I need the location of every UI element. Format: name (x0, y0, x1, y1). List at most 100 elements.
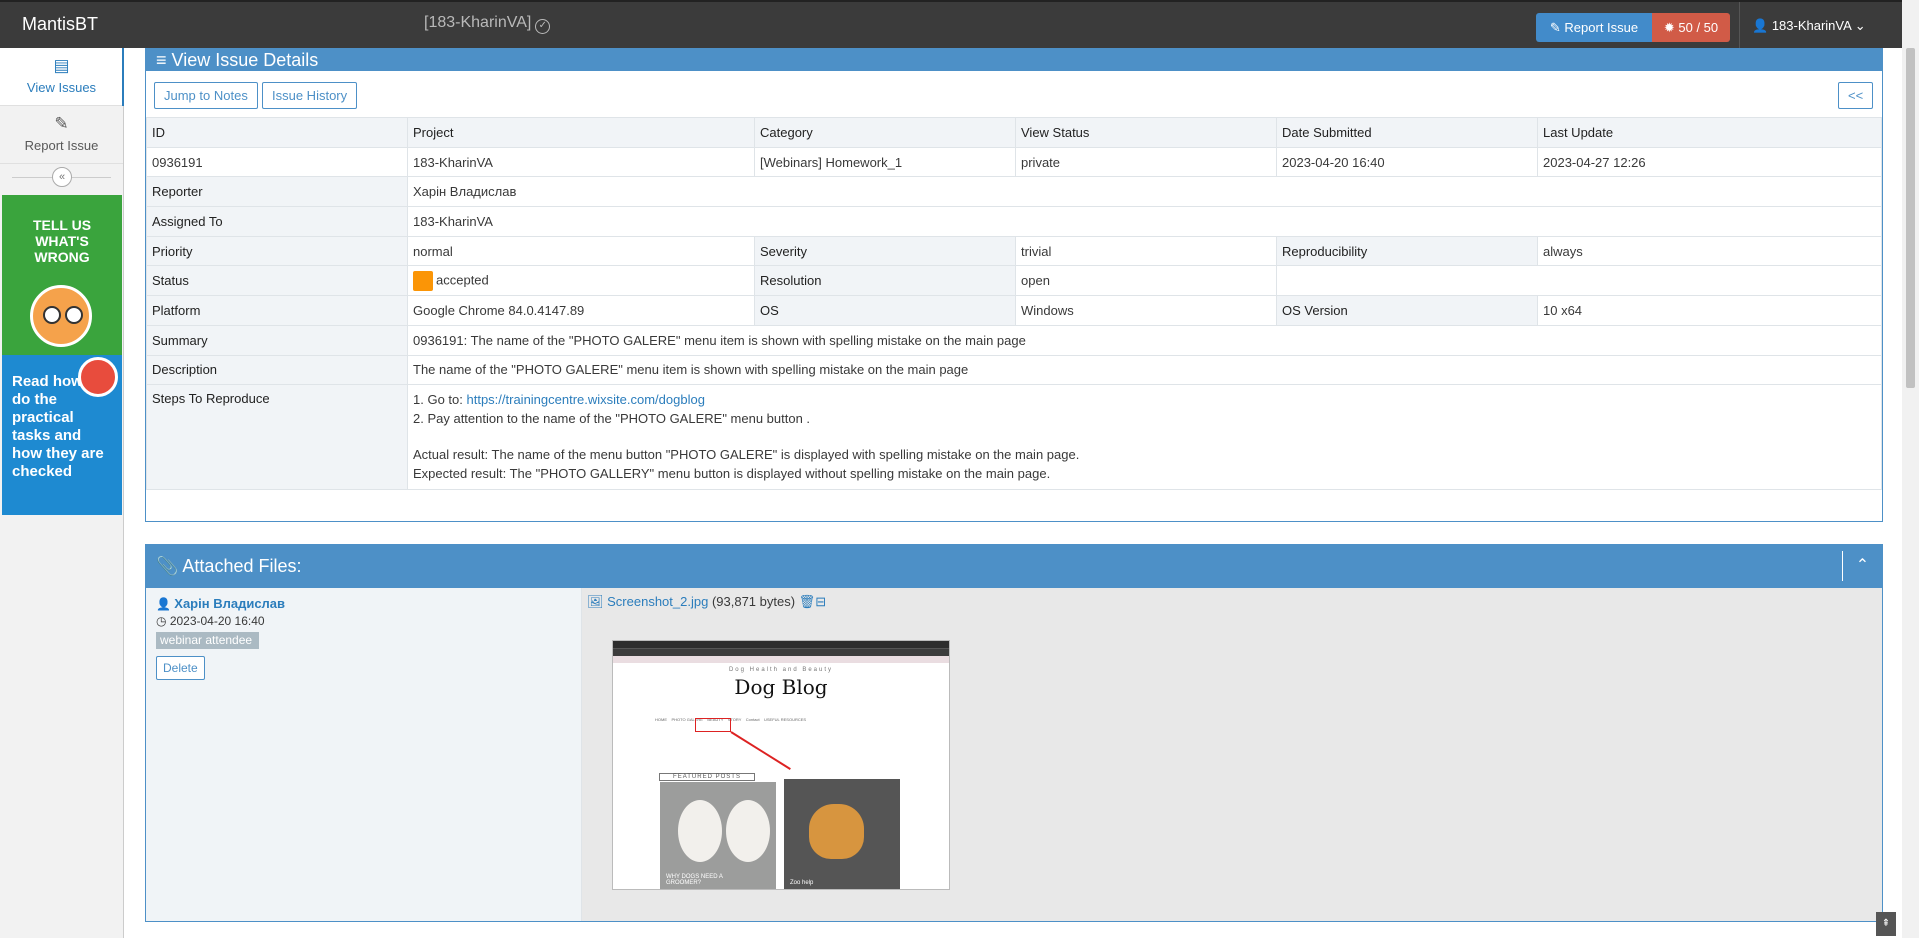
issue-id: 0936191 (146, 146, 408, 178)
step-1-link[interactable]: https://trainingcentre.wixsite.com/dogbl… (466, 392, 704, 407)
vertical-scrollbar[interactable] (1902, 0, 1919, 938)
column-header: ID (146, 117, 408, 148)
report-issue-label: Report Issue (1564, 20, 1639, 35)
attached-files-header: 📎 Attached Files: ⌃ (146, 545, 1882, 588)
resolution-label: Resolution (754, 265, 1016, 297)
list-icon: ≡ (156, 50, 172, 70)
issue-count-label: 50 / 50 (1678, 20, 1719, 35)
preview-featured-label: FEATURED POSTS (659, 773, 755, 781)
edit-icon: ✎ (54, 114, 69, 133)
os-label: OS (754, 295, 1016, 326)
resolution-value: open (1015, 265, 1277, 297)
os-version-value: 10 x64 (1537, 295, 1882, 326)
attachment-filename[interactable]: Screenshot_2.jpg (607, 594, 708, 609)
priority-value: normal (407, 235, 755, 267)
severity-value: trivial (1015, 235, 1277, 267)
issue-details-title: View Issue Details (171, 50, 319, 70)
table-row: Reporter Харін Владислав (146, 176, 1882, 208)
scroll-to-top-button[interactable]: ⇞ (1876, 912, 1896, 936)
user-tag: webinar attendee (156, 632, 260, 649)
mascot-image (78, 357, 118, 397)
os-version-label: OS Version (1276, 295, 1538, 326)
column-header: Last Update (1537, 117, 1882, 148)
attachment-meta: 👤 Харін Владислав ◷ 2023-04-20 16:40 web… (146, 588, 582, 921)
step-1-prefix: 1. Go to: (413, 392, 467, 408)
attachment-author[interactable]: Харін Владислав (174, 596, 285, 611)
reproducibility-value: always (1537, 235, 1882, 267)
trash-icon[interactable]: 🗑 (799, 594, 816, 609)
severity-label: Severity (754, 235, 1016, 267)
summary-label: Summary (146, 324, 408, 356)
feedback-banner-text: TELL US WHAT'S WRONG (32, 217, 92, 265)
user-menu[interactable]: 👤 183-KharinVA ⌄ (1739, 2, 1902, 50)
status-value: accepted (407, 265, 755, 297)
issue-details-header: ≡ View Issue Details (146, 49, 1882, 71)
reproducibility-label: Reproducibility (1276, 235, 1538, 267)
image-file-icon: 🖼 (587, 594, 608, 609)
user-name: 183-KharinVA (1771, 18, 1852, 33)
project-selector-label: [183-KharinVA] (424, 14, 532, 31)
chevron-down-icon: ✓ (535, 19, 551, 34)
column-header: Date Submitted (1276, 117, 1538, 148)
expected-result: Expected result: The "PHOTO GALLERY" men… (413, 465, 1051, 481)
os-value: Windows (1015, 295, 1277, 326)
mascot-image (30, 285, 92, 347)
guide-banner[interactable]: Read how to do the practical tasks and h… (2, 355, 122, 515)
dog-image (678, 800, 722, 862)
scrollbar-thumb[interactable] (1906, 48, 1915, 388)
preview-arrow (730, 731, 791, 770)
column-header: Category (754, 117, 1016, 148)
preview-title: Dog Blog (734, 675, 828, 699)
collapse-icon[interactable]: ⊟ (815, 594, 826, 609)
edit-icon: ✎ (1549, 20, 1565, 35)
attached-files-title: Attached Files: (182, 556, 302, 576)
clock-icon: ◷ (156, 614, 170, 628)
reporter-value: Харін Владислав (407, 176, 1882, 208)
report-issue-button[interactable]: ✎ Report Issue (1536, 13, 1652, 42)
preview-banner (613, 656, 949, 663)
delete-button[interactable]: Delete (156, 656, 205, 680)
feedback-banner[interactable]: TELL US WHAT'S WRONG (2, 195, 122, 355)
issue-toolbar: Jump to Notes Issue History << (146, 71, 1882, 117)
project-selector[interactable]: [183-KharinVA] ✓ (424, 14, 551, 34)
sidebar-collapse[interactable]: « (0, 164, 123, 190)
platform-value: Google Chrome 84.0.4147.89 (407, 295, 755, 326)
issue-history-button[interactable]: Issue History (262, 82, 358, 109)
attachment-preview-image[interactable]: Dog Health and Beauty Dog Blog HOME PHOT… (612, 640, 950, 890)
issue-view-status: private (1015, 146, 1277, 178)
preview-highlight-box (695, 718, 731, 732)
sidebar-item-report-issue[interactable]: ✎ Report Issue (0, 106, 123, 164)
attachment-content: 🖼 Screenshot_2.jpg (93,871 bytes) 🗑⊟ Dog… (582, 588, 1882, 921)
empty-cell (1276, 265, 1882, 297)
brand-logo[interactable]: MantisBT (22, 14, 98, 35)
sidebar-item-label: Report Issue (24, 138, 99, 153)
sidebar-item-view-issues[interactable]: ▤ View Issues (0, 48, 124, 106)
top-navbar: MantisBT [183-KharinVA] ✓ ✎ Report Issue … (0, 0, 1902, 50)
jump-to-notes-button[interactable]: Jump to Notes (154, 82, 258, 109)
assigned-label: Assigned To (146, 206, 408, 237)
table-row: Assigned To 183-KharinVA (146, 206, 1882, 237)
issue-count-button[interactable]: ✹ 50 / 50 (1652, 13, 1730, 42)
description-value: The name of the "PHOTO GALERE" menu item… (407, 354, 1882, 386)
attachment-date: 2023-04-20 16:40 (169, 614, 265, 628)
column-header: Project (407, 117, 755, 148)
reporter-label: Reporter (146, 176, 408, 208)
preview-post-photo-2: Zoo help (784, 779, 900, 889)
double-chevron-left-icon[interactable]: « (52, 167, 72, 187)
table-row: Priority normal Severity trivial Reprodu… (146, 235, 1882, 267)
dog-image (726, 800, 770, 862)
summary-value: 0936191: The name of the "PHOTO GALERE" … (407, 324, 1882, 356)
back-button[interactable]: << (1838, 82, 1874, 109)
user-icon: 👤 (1752, 18, 1772, 33)
description-label: Description (146, 354, 408, 386)
steps-value: 1. Go to: https://trainingcentre.wixsite… (407, 384, 1882, 491)
table-row: Platform Google Chrome 84.0.4147.89 OS W… (146, 295, 1882, 326)
chevron-up-icon[interactable]: ⌃ (1842, 551, 1882, 581)
table-row: Status accepted Resolution open (146, 265, 1882, 297)
preview-caption-2: Zoo help (790, 880, 814, 886)
paperclip-icon: 📎 (156, 556, 183, 576)
attached-files-widget: 📎 Attached Files: ⌃ 👤 Харін Владислав ◷ … (145, 544, 1883, 922)
step-1: 1. Go to: https://trainingcentre.wixsite… (413, 391, 1876, 410)
chevron-down-icon: ⌄ (1851, 18, 1866, 33)
